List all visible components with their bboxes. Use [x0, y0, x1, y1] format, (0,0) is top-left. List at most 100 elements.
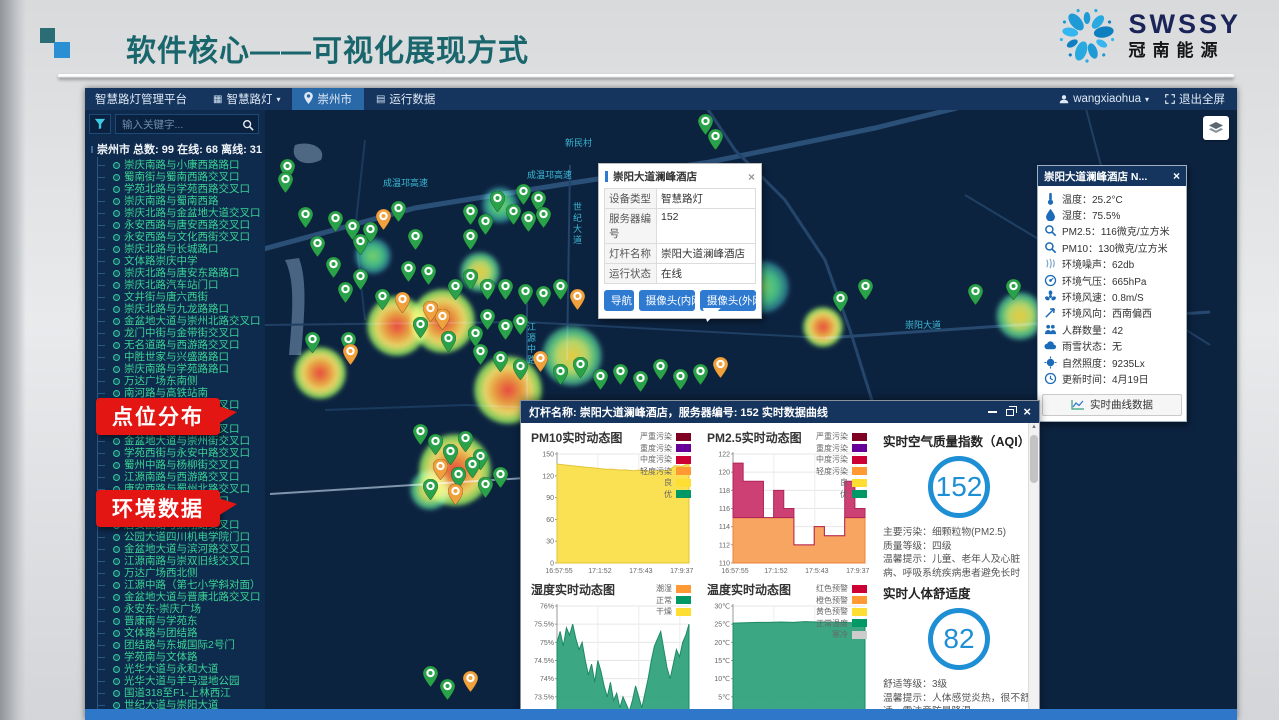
popup-close-icon[interactable]: × — [748, 172, 755, 182]
map-marker-online[interactable] — [328, 211, 343, 232]
tab-chongzhou-city[interactable]: 崇州市 — [292, 88, 364, 110]
sidebar-streetlight-item[interactable]: 龙门中街与金带街交叉口 — [89, 327, 265, 339]
map-marker-online[interactable] — [498, 319, 513, 340]
tree-collapse-icon[interactable] — [91, 146, 93, 153]
map-marker-online[interactable] — [518, 284, 533, 305]
map-marker-online[interactable] — [653, 359, 668, 380]
map-marker-online[interactable] — [521, 211, 536, 232]
map-marker-online[interactable] — [278, 172, 293, 193]
sidebar-streetlight-item[interactable]: 崇庆北路与金盆地大道交叉口 — [89, 207, 265, 219]
map-marker-online[interactable] — [513, 314, 528, 335]
scroll-up-icon[interactable]: ▲ — [1029, 424, 1039, 430]
map-marker-online[interactable] — [493, 351, 508, 372]
user-menu[interactable]: wangxiaohua▾ — [1059, 93, 1149, 105]
map-marker-online[interactable] — [326, 257, 341, 278]
map-marker-online[interactable] — [573, 357, 588, 378]
sidebar-streetlight-item[interactable]: 金盆地大道与崇州街交叉口 — [89, 435, 265, 447]
map-marker-online[interactable] — [423, 666, 438, 687]
map-marker-online[interactable] — [516, 184, 531, 205]
sidebar-streetlight-item[interactable]: 金盆地大道与崇州北路交叉口 — [89, 315, 265, 327]
sidebar-streetlight-item[interactable]: 团结路与东城国际2号门 — [89, 639, 265, 651]
sidebar-streetlight-item[interactable]: 无名道路与西游路交叉口 — [89, 339, 265, 351]
map-marker-warning[interactable] — [448, 484, 463, 505]
map-marker-online[interactable] — [536, 286, 551, 307]
map-marker-online[interactable] — [693, 364, 708, 385]
tab-smart-streetlight[interactable]: ▦智慧路灯▾ — [201, 88, 292, 110]
map-marker-online[interactable] — [478, 214, 493, 235]
map-marker-online[interactable] — [513, 359, 528, 380]
sidebar-streetlight-item[interactable]: 崇庆北路与九龙路路口 — [89, 303, 265, 315]
sidebar-streetlight-item[interactable]: 蜀州中路与杨柳街交叉口 — [89, 459, 265, 471]
sidebar-streetlight-item[interactable]: 万达广场西北侧 — [89, 567, 265, 579]
map-marker-online[interactable] — [463, 269, 478, 290]
navigate-button[interactable]: 导航 — [604, 290, 634, 311]
map-marker-warning[interactable] — [395, 292, 410, 313]
map-marker-online[interactable] — [401, 261, 416, 282]
sidebar-streetlight-item[interactable]: 金盆地大道与晋康北路交叉口 — [89, 591, 265, 603]
sidebar-streetlight-item[interactable]: 永安东-崇庆广场 — [89, 603, 265, 615]
map-marker-online[interactable] — [490, 191, 505, 212]
panel-scrollbar[interactable]: ▲ ▼ — [1028, 423, 1039, 719]
map-marker-online[interactable] — [423, 479, 438, 500]
sidebar-streetlight-item[interactable]: 学苑北路与学苑西路交叉口 — [89, 183, 265, 195]
sidebar-streetlight-item[interactable]: 江源中路（第七小学斜对面） — [89, 579, 265, 591]
camera-intranet-button[interactable]: 摄像头(内网 — [639, 290, 695, 311]
sidebar-streetlight-item[interactable]: 崇庆南路与学苑路路口 — [89, 363, 265, 375]
map-marker-online[interactable] — [536, 207, 551, 228]
map-marker-online[interactable] — [968, 284, 983, 305]
sidebar-streetlight-item[interactable]: 永安西路与唐安西路交叉口 — [89, 219, 265, 231]
map-marker-online[interactable] — [408, 229, 423, 250]
map-marker-online[interactable] — [413, 424, 428, 445]
sidebar-streetlight-item[interactable]: 学苑西街与永安中路交叉口 — [89, 447, 265, 459]
camera-internet-button[interactable]: 摄像头(外网 — [700, 290, 756, 311]
map-marker-warning[interactable] — [570, 289, 585, 310]
sidebar-streetlight-item[interactable]: 崇庆北路与长城路口 — [89, 243, 265, 255]
sidebar-streetlight-item[interactable]: 崇庆北路汽车站门口 — [89, 279, 265, 291]
scrollbar-thumb[interactable] — [1030, 435, 1038, 483]
tree-root[interactable]: 崇州市 总数: 99 在线: 68 离线: 31 — [85, 138, 265, 159]
filter-button[interactable] — [89, 114, 111, 134]
map-marker-online[interactable] — [833, 291, 848, 312]
sidebar-streetlight-item[interactable]: 光华大道与羊马湿地公园 — [89, 675, 265, 687]
map-marker-online[interactable] — [448, 279, 463, 300]
map-marker-online[interactable] — [391, 201, 406, 222]
map-marker-online[interactable] — [465, 457, 480, 478]
map-marker-warning[interactable] — [423, 301, 438, 322]
map-marker-online[interactable] — [440, 679, 455, 700]
map-marker-online[interactable] — [353, 269, 368, 290]
map-marker-online[interactable] — [428, 434, 443, 455]
map-marker-online[interactable] — [673, 369, 688, 390]
map-marker-online[interactable] — [633, 371, 648, 392]
close-icon[interactable]: × — [1023, 406, 1031, 418]
map-marker-online[interactable] — [375, 289, 390, 310]
map-marker-online[interactable] — [338, 282, 353, 303]
map-marker-online[interactable] — [593, 369, 608, 390]
sidebar-streetlight-item[interactable]: 崇庆南路与蜀南西路 — [89, 195, 265, 207]
sidebar-streetlight-item[interactable]: 江源南路与崇双旧线交叉口 — [89, 555, 265, 567]
realtime-curve-button[interactable]: 实时曲线数据 — [1042, 394, 1182, 416]
map-marker-online[interactable] — [553, 364, 568, 385]
sidebar-streetlight-item[interactable]: 文体路与团结路 — [89, 627, 265, 639]
sidebar-streetlight-item[interactable]: 蜀南街与蜀南西路交叉口 — [89, 171, 265, 183]
map-marker-online[interactable] — [553, 279, 568, 300]
map-marker-online[interactable] — [858, 279, 873, 300]
map-layers-button[interactable] — [1203, 116, 1229, 140]
restore-window-icon[interactable] — [1006, 409, 1014, 416]
map-marker-warning[interactable] — [713, 357, 728, 378]
map-marker-online[interactable] — [498, 279, 513, 300]
map-marker-online[interactable] — [441, 331, 456, 352]
sidebar-streetlight-item[interactable]: 光华大道与永和大道 — [89, 663, 265, 675]
map-marker-online[interactable] — [708, 129, 723, 150]
map-marker-online[interactable] — [458, 431, 473, 452]
sidebar-streetlight-item[interactable]: 永安西路与文化西街交叉口 — [89, 231, 265, 243]
map-marker-online[interactable] — [310, 236, 325, 257]
map-marker-online[interactable] — [493, 467, 508, 488]
map-marker-online[interactable] — [613, 364, 628, 385]
map-canvas[interactable]: 成温邛高速成温邛高速新民村世纪大道江源中路崇阳大道崇阳大道 崇阳大道澜峰酒店 ×… — [265, 110, 1237, 720]
search-icon[interactable] — [242, 118, 254, 136]
sidebar-streetlight-item[interactable]: 江源南路与西游路交叉口 — [89, 471, 265, 483]
sidebar-streetlight-item[interactable]: 公园大道四川机电学院门口 — [89, 531, 265, 543]
map-marker-online[interactable] — [1006, 279, 1021, 300]
sidebar-streetlight-item[interactable]: 万达广场东南侧 — [89, 375, 265, 387]
map-marker-online[interactable] — [345, 219, 360, 240]
